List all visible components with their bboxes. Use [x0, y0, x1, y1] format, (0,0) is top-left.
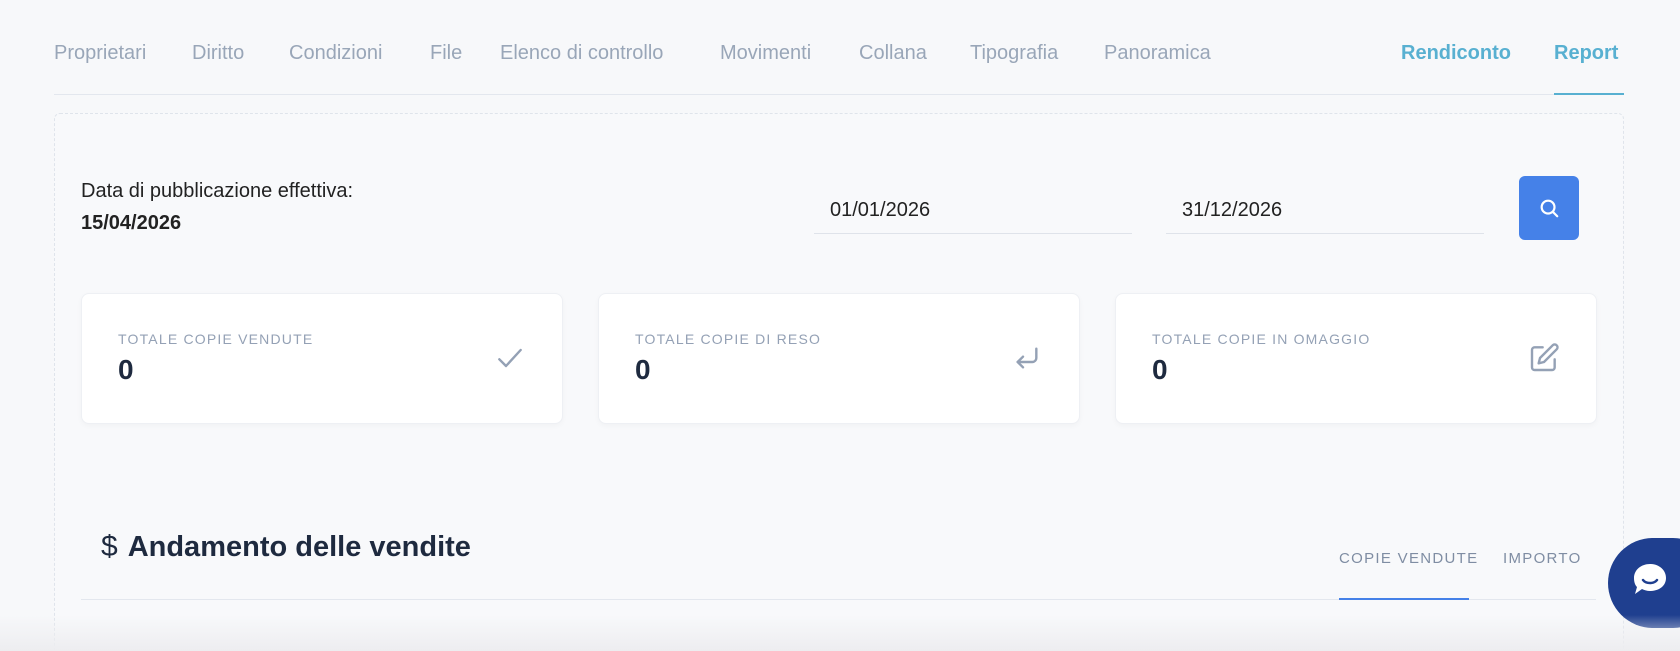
- tab-file[interactable]: File: [430, 42, 462, 65]
- bottom-fade: [0, 615, 1680, 651]
- tab-rendiconto[interactable]: Rendiconto: [1401, 42, 1511, 65]
- active-subtab-indicator: [1339, 598, 1469, 600]
- from-date-input[interactable]: [814, 188, 1132, 234]
- stat-value: 0: [635, 354, 651, 385]
- check-icon: [498, 348, 522, 368]
- stat-card-complimentary: TOTALE COPIE IN OMAGGIO 0: [1115, 293, 1597, 424]
- tab-importo[interactable]: IMPORTO: [1503, 550, 1582, 567]
- publication-date-label: Data di pubblicazione effettiva:: [81, 180, 354, 202]
- stat-card-sold: TOTALE COPIE VENDUTE 0: [81, 293, 563, 424]
- tab-proprietari[interactable]: Proprietari: [54, 42, 146, 65]
- active-tab-indicator: [1554, 93, 1624, 95]
- sales-trend-title-text: Andamento delle vendite: [127, 530, 471, 563]
- tab-copie-vendute[interactable]: COPIE VENDUTE: [1339, 550, 1478, 567]
- dollar-icon: $: [101, 530, 118, 563]
- chat-icon: [1634, 564, 1666, 594]
- search-icon: [1540, 199, 1559, 218]
- stat-label: TOTALE COPIE IN OMAGGIO: [1152, 331, 1371, 347]
- edit-icon: [1530, 343, 1559, 372]
- publication-date-value: 15/04/2026: [81, 212, 182, 234]
- return-icon: [1016, 347, 1038, 369]
- stat-value: 0: [1152, 354, 1168, 385]
- to-date-input[interactable]: [1166, 188, 1484, 234]
- top-navigation: Proprietari Diritto Condizioni File Elen…: [54, 0, 1624, 95]
- tab-panoramica[interactable]: Panoramica: [1104, 42, 1211, 65]
- report-page: Proprietari Diritto Condizioni File Elen…: [0, 0, 1680, 651]
- sales-trend-header: $ Andamento delle vendite COPIE VENDUTE …: [81, 520, 1596, 600]
- stat-label: TOTALE COPIE DI RESO: [635, 331, 822, 347]
- stat-card-returned: TOTALE COPIE DI RESO 0: [598, 293, 1080, 424]
- tab-diritto[interactable]: Diritto: [192, 42, 244, 65]
- tab-elenco-di-controllo[interactable]: Elenco di controllo: [500, 42, 663, 65]
- tab-collana[interactable]: Collana: [859, 42, 927, 65]
- stat-label: TOTALE COPIE VENDUTE: [118, 331, 314, 347]
- search-button[interactable]: [1519, 176, 1579, 240]
- tab-report[interactable]: Report: [1554, 42, 1618, 65]
- tab-tipografia[interactable]: Tipografia: [970, 42, 1058, 65]
- stat-value: 0: [118, 354, 134, 385]
- tab-movimenti[interactable]: Movimenti: [720, 42, 811, 65]
- tab-condizioni[interactable]: Condizioni: [289, 42, 382, 65]
- sales-trend-title: $ Andamento delle vendite: [101, 530, 471, 564]
